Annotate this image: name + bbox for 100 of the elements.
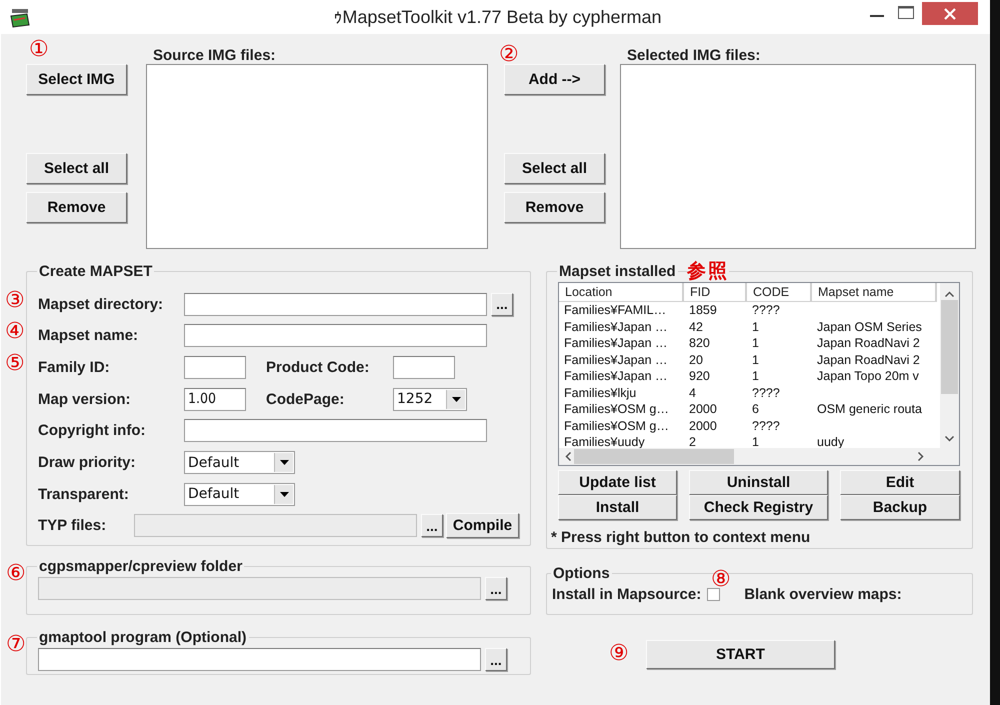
field-label: Draw priority: xyxy=(38,454,137,472)
action-button[interactable]: Backup xyxy=(840,495,960,520)
scrollbar-thumb[interactable] xyxy=(941,300,958,394)
table-cell-text: 1 xyxy=(751,434,760,450)
close-icon xyxy=(944,8,956,20)
action-button[interactable]: Install xyxy=(558,495,677,520)
text-field[interactable] xyxy=(184,419,487,442)
field-label: Mapset directory: xyxy=(38,296,164,313)
maximize-icon[interactable] xyxy=(898,6,914,20)
table-cell-text: ???? xyxy=(751,302,781,318)
scrollbar-thumb[interactable] xyxy=(574,449,734,464)
select-all-button[interactable]: Select all xyxy=(504,153,605,184)
list-label: Selected IMG files: xyxy=(626,48,762,64)
table-cell-text: Families¥Japan … xyxy=(563,368,669,384)
dropdown[interactable]: Default xyxy=(184,482,295,506)
remove-button[interactable]: Remove xyxy=(504,192,605,223)
list-label: Source IMG files: xyxy=(152,48,277,64)
annotation-number: ⑨ xyxy=(609,643,629,665)
action-button[interactable]: Update list xyxy=(558,470,677,495)
annotation-label: 参照 xyxy=(687,262,729,281)
table-cell-text: 2000 xyxy=(688,418,718,434)
group-title: Create MAPSET xyxy=(38,263,154,280)
table-cell-text: Japan RoadNavi 2 xyxy=(816,335,921,352)
table-cell-text: 20 xyxy=(688,352,704,368)
caret-icon xyxy=(280,492,288,497)
annotation-number: ④ xyxy=(5,321,25,344)
table-cell-text: 820 xyxy=(688,335,711,352)
field-label: CodePage: xyxy=(266,390,346,408)
field-label: Transparent: xyxy=(38,486,130,503)
table-cell-text: 42 xyxy=(688,318,704,335)
table-cell-text: Families¥Japan … xyxy=(563,318,669,335)
table-cell-text: OSM generic routa xyxy=(816,401,923,418)
table-cell-text: Japan OSM Series xyxy=(816,318,923,335)
horizontal-scrollbar[interactable] xyxy=(559,448,940,465)
table-cell-text: 2 xyxy=(688,434,697,450)
close-button[interactable] xyxy=(922,2,978,25)
add-button[interactable]: Add --> xyxy=(504,64,605,95)
window-title: ｩMapsetToolkit v1.77 Beta by cypherman xyxy=(332,6,662,28)
action-button[interactable]: Edit xyxy=(840,470,960,495)
table-cell-text: ???? xyxy=(751,384,781,401)
table-cell-text: uudy xyxy=(816,434,846,450)
column-header[interactable]: CODE xyxy=(747,283,812,302)
field-label: Map version: xyxy=(38,390,132,408)
chevron-down-icon[interactable] xyxy=(945,436,954,442)
annotation-number: ② xyxy=(499,44,519,66)
field-label: Mapset name: xyxy=(38,327,140,344)
browse-button[interactable]: ... xyxy=(485,648,507,671)
table-cell-text: ???? xyxy=(751,418,781,434)
field-label: Product Code: xyxy=(266,359,370,376)
text-field[interactable] xyxy=(184,292,487,316)
chevron-left-icon[interactable] xyxy=(565,452,571,461)
group-title: Options xyxy=(552,565,611,582)
dropdown[interactable]: Default xyxy=(184,451,295,474)
path-field[interactable] xyxy=(38,648,481,671)
table-cell-text: 1 xyxy=(751,352,760,368)
table-cell-text: Families¥Japan … xyxy=(563,335,669,352)
table-cell-text: Japan RoadNavi 2 xyxy=(816,352,921,368)
table-cell-text: Families¥uudy xyxy=(563,434,646,450)
table-cell-text: 920 xyxy=(688,368,711,384)
chevron-up-icon[interactable] xyxy=(945,291,954,297)
checkbox-label: Install in Mapsource: xyxy=(552,586,702,603)
remove-button[interactable]: Remove xyxy=(26,192,127,223)
table-cell-text: 1 xyxy=(751,335,760,352)
text-field[interactable] xyxy=(184,356,246,380)
text-field[interactable] xyxy=(393,356,455,380)
table-cell-text: Families¥lkju xyxy=(563,384,638,401)
start-button[interactable]: START xyxy=(646,640,835,669)
table-cell-text: Families¥Japan … xyxy=(563,352,669,368)
action-button[interactable]: Uninstall xyxy=(689,470,828,495)
group-title: gmaptool program (Optional) xyxy=(38,629,248,646)
option-label: Blank overview maps: xyxy=(744,586,902,603)
select-all-button[interactable]: Select all xyxy=(26,153,127,184)
column-header[interactable]: Location xyxy=(559,283,684,302)
table-cell-text: 6 xyxy=(751,401,760,418)
app-icon xyxy=(10,8,30,28)
text-field[interactable]: 1.00 xyxy=(184,388,246,411)
caret-icon xyxy=(452,396,460,402)
table-cell-text: 1 xyxy=(751,368,760,384)
dropdown[interactable]: 1252 xyxy=(393,388,467,411)
column-header[interactable]: FID xyxy=(684,283,747,302)
table-cell-text: 1 xyxy=(751,318,760,335)
select-img-button[interactable]: Select IMG xyxy=(26,64,127,95)
group-title: cgpsmapper/cpreview folder xyxy=(38,558,244,575)
vertical-scrollbar[interactable] xyxy=(940,283,959,448)
caret-icon xyxy=(280,460,288,466)
group-title: Mapset installed xyxy=(558,263,677,280)
browse-button[interactable]: ... xyxy=(491,292,513,316)
field-label: Copyright info: xyxy=(38,422,146,440)
annotation-number: ⑥ xyxy=(6,563,26,585)
annotation-number: ⑤ xyxy=(5,353,25,376)
annotation-number: ③ xyxy=(5,290,25,312)
action-button[interactable]: Check Registry xyxy=(689,495,828,520)
text-field[interactable] xyxy=(184,324,487,348)
chevron-right-icon[interactable] xyxy=(918,452,924,461)
field-label: Family ID: xyxy=(38,359,111,376)
field-label: TYP files: xyxy=(38,517,108,534)
annotation-number: ① xyxy=(29,39,49,61)
annotation-number: ⑦ xyxy=(6,634,26,656)
column-header[interactable]: Mapset name xyxy=(812,283,937,302)
checkbox[interactable] xyxy=(707,588,720,601)
